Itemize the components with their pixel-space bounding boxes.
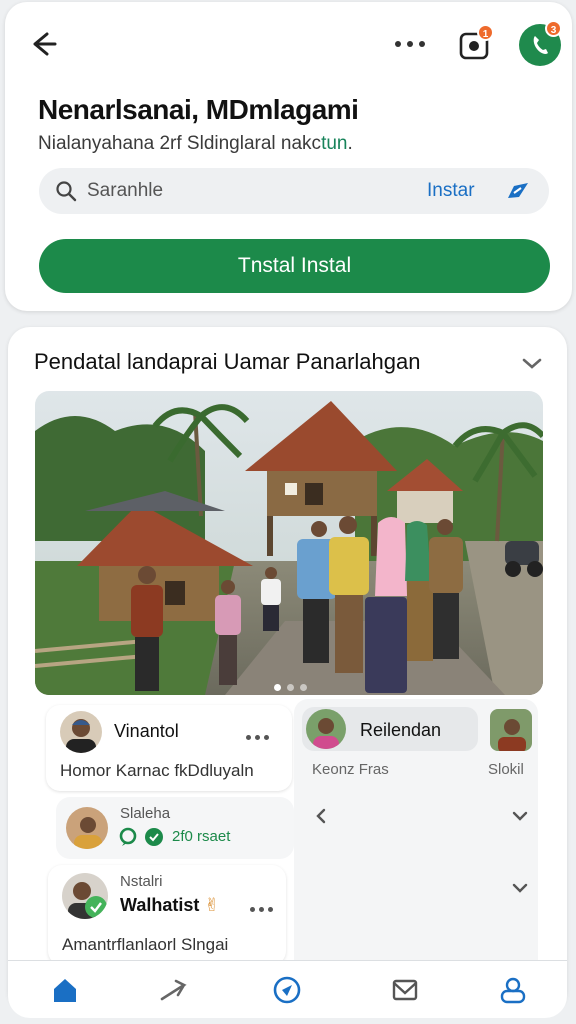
header-card: 1 3 Nenarlsanai, MDmlagami Nialanyahana … xyxy=(5,2,572,311)
phone-call-button[interactable]: 3 xyxy=(519,20,562,66)
mail-icon[interactable] xyxy=(386,971,424,1009)
call-badge: 3 xyxy=(545,20,562,37)
post-text: Amantrflanlaorl Slngai xyxy=(62,935,229,954)
post-author[interactable]: Walhatist ✌ xyxy=(120,895,219,916)
post-card[interactable]: Vinantol Homor Karnac fkDdluyaln xyxy=(46,705,292,791)
avatar[interactable] xyxy=(60,711,102,753)
chevron-down-icon[interactable] xyxy=(510,879,530,897)
avatar[interactable] xyxy=(66,807,108,849)
send-icon[interactable] xyxy=(154,971,192,1009)
subtitle-accent: tun xyxy=(321,133,348,154)
caption-left: Keonz Fras xyxy=(312,761,389,778)
search-placeholder: Saranhle xyxy=(87,180,164,201)
page-title: Nenarlsanai, MDmlagami xyxy=(38,94,359,125)
search-icon xyxy=(56,181,77,202)
chat-bubble-icon xyxy=(119,827,137,846)
chip-name: Reilendan xyxy=(360,720,442,740)
content-card: Pendatal landaprai Uamar Panarlahgan Vin… xyxy=(8,327,567,1012)
camera-badge: 1 xyxy=(477,24,494,41)
bottom-nav xyxy=(8,960,567,1018)
profile-chip[interactable]: Reilendan xyxy=(302,707,478,751)
chevron-down-icon[interactable] xyxy=(520,353,544,373)
post-author[interactable]: Vinantol xyxy=(114,721,179,742)
search-input[interactable]: Saranhle Instar xyxy=(39,168,549,214)
home-icon[interactable] xyxy=(46,971,84,1009)
more-dots-icon[interactable] xyxy=(393,29,433,59)
reaction-icon xyxy=(145,828,163,846)
carousel-dots[interactable] xyxy=(274,678,313,695)
chevron-down-icon[interactable] xyxy=(510,807,530,825)
post-card[interactable]: Nstalri Walhatist ✌ Amantrflanlaorl Slng… xyxy=(48,865,286,965)
avatar[interactable] xyxy=(62,873,108,919)
comment-time: 2f0 rsaet xyxy=(172,828,231,845)
village-photo[interactable] xyxy=(35,391,543,695)
section-title: Pendatal landaprai Uamar Panarlahgan xyxy=(34,349,421,374)
explore-icon[interactable] xyxy=(268,971,306,1009)
camera-icon[interactable]: 1 xyxy=(455,24,495,64)
page-subtitle: Nialanyahana 2rf Sldinglaral nakctun. xyxy=(38,133,353,155)
comment-author[interactable]: Slaleha xyxy=(120,805,170,822)
search-action-link[interactable]: Instar xyxy=(427,180,475,202)
post-author-name: Walhatist xyxy=(120,895,200,915)
chevron-left-icon[interactable] xyxy=(312,807,330,825)
install-button[interactable]: Tnstal Instal xyxy=(39,239,550,293)
post-text: Homor Karnac fkDdluyaln xyxy=(60,761,254,780)
back-arrow-icon[interactable] xyxy=(25,26,61,62)
profile-icon[interactable] xyxy=(494,971,532,1009)
post-more-icon[interactable] xyxy=(246,729,276,745)
avatar[interactable] xyxy=(490,709,532,751)
caption-right: Slokil xyxy=(488,761,524,778)
send-arrow-icon[interactable] xyxy=(505,180,531,202)
comment-card[interactable]: Slaleha 2f0 rsaet xyxy=(56,797,294,859)
avatar[interactable] xyxy=(306,709,346,749)
hand-emoji: ✌ xyxy=(204,895,220,915)
subtitle-end: . xyxy=(347,133,353,154)
post-meta: Nstalri xyxy=(120,873,163,890)
post-more-icon[interactable] xyxy=(250,901,280,917)
subtitle-main: Nialanyahana 2rf Sldinglaral nakc xyxy=(38,133,322,154)
